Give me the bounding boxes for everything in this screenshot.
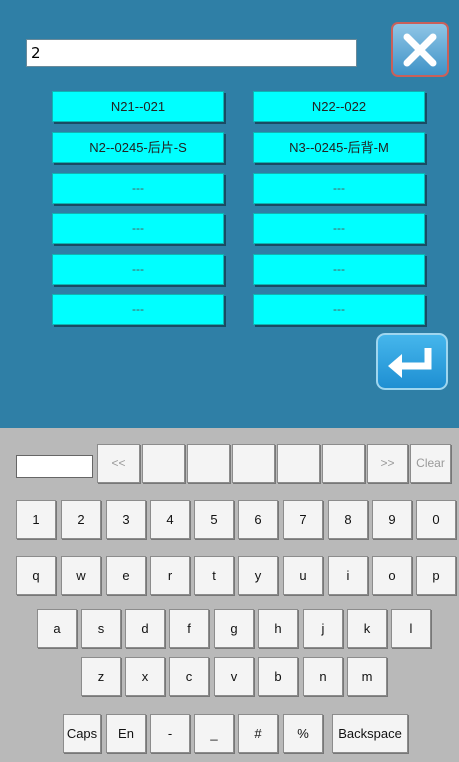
key-9[interactable]: 9	[372, 500, 412, 539]
keyboard-input-field[interactable]	[16, 455, 93, 478]
pattern-button-empty[interactable]: ---	[52, 213, 224, 244]
key-percent[interactable]: %	[283, 714, 323, 753]
key-l[interactable]: l	[391, 609, 431, 648]
pattern-button-empty[interactable]: ---	[253, 213, 425, 244]
pattern-button[interactable]: N3--0245-后背-M	[253, 132, 425, 163]
prev-page-key[interactable]: <<	[97, 444, 140, 483]
clear-key[interactable]: Clear	[410, 444, 451, 483]
key-p[interactable]: p	[416, 556, 456, 595]
key-underscore[interactable]: _	[194, 714, 234, 753]
pattern-button[interactable]: N21--021	[52, 91, 224, 122]
key-c[interactable]: c	[169, 657, 209, 696]
candidate-key[interactable]	[232, 444, 275, 483]
key-g[interactable]: g	[214, 609, 254, 648]
key-m[interactable]: m	[347, 657, 387, 696]
candidate-key[interactable]	[187, 444, 230, 483]
key-5[interactable]: 5	[194, 500, 234, 539]
key-t[interactable]: t	[194, 556, 234, 595]
key-f[interactable]: f	[169, 609, 209, 648]
key-w[interactable]: w	[61, 556, 101, 595]
key-b[interactable]: b	[258, 657, 298, 696]
candidate-key[interactable]	[322, 444, 365, 483]
key-n[interactable]: n	[303, 657, 343, 696]
key-k[interactable]: k	[347, 609, 387, 648]
next-page-key[interactable]: >>	[367, 444, 408, 483]
pattern-search-input[interactable]: 2	[26, 39, 357, 67]
enter-return-icon	[388, 347, 432, 378]
key-hyphen[interactable]: -	[150, 714, 190, 753]
key-z[interactable]: z	[81, 657, 121, 696]
key-3[interactable]: 3	[106, 500, 146, 539]
pattern-selection-panel: 2 N21--021 N22--022 N2--0245-后片-S N3--02…	[0, 0, 459, 428]
candidate-key[interactable]	[142, 444, 185, 483]
enter-button[interactable]	[376, 333, 448, 390]
pattern-button[interactable]: N2--0245-后片-S	[52, 132, 224, 163]
pattern-button-empty[interactable]: ---	[253, 294, 425, 325]
candidate-key[interactable]	[277, 444, 320, 483]
language-key[interactable]: En	[106, 714, 146, 753]
key-s[interactable]: s	[81, 609, 121, 648]
key-0[interactable]: 0	[416, 500, 456, 539]
key-y[interactable]: y	[238, 556, 278, 595]
key-7[interactable]: 7	[283, 500, 323, 539]
caps-key[interactable]: Caps	[63, 714, 101, 753]
pattern-button-empty[interactable]: ---	[253, 254, 425, 285]
key-hash[interactable]: #	[238, 714, 278, 753]
key-o[interactable]: o	[372, 556, 412, 595]
key-d[interactable]: d	[125, 609, 165, 648]
on-screen-keyboard: << >> Clear 1 2 3 4 5 6 7 8 9 0 q w e r …	[0, 428, 459, 762]
key-h[interactable]: h	[258, 609, 298, 648]
pattern-button-empty[interactable]: ---	[253, 173, 425, 204]
key-v[interactable]: v	[214, 657, 254, 696]
key-6[interactable]: 6	[238, 500, 278, 539]
key-j[interactable]: j	[303, 609, 343, 648]
key-8[interactable]: 8	[328, 500, 368, 539]
pattern-button[interactable]: N22--022	[253, 91, 425, 122]
key-1[interactable]: 1	[16, 500, 56, 539]
key-4[interactable]: 4	[150, 500, 190, 539]
key-x[interactable]: x	[125, 657, 165, 696]
key-r[interactable]: r	[150, 556, 190, 595]
key-e[interactable]: e	[106, 556, 146, 595]
close-x-icon	[403, 33, 437, 66]
pattern-button-empty[interactable]: ---	[52, 254, 224, 285]
key-2[interactable]: 2	[61, 500, 101, 539]
backspace-key[interactable]: Backspace	[332, 714, 408, 753]
key-u[interactable]: u	[283, 556, 323, 595]
close-button[interactable]	[391, 22, 449, 77]
key-q[interactable]: q	[16, 556, 56, 595]
pattern-button-empty[interactable]: ---	[52, 173, 224, 204]
pattern-button-empty[interactable]: ---	[52, 294, 224, 325]
key-a[interactable]: a	[37, 609, 77, 648]
key-i[interactable]: i	[328, 556, 368, 595]
